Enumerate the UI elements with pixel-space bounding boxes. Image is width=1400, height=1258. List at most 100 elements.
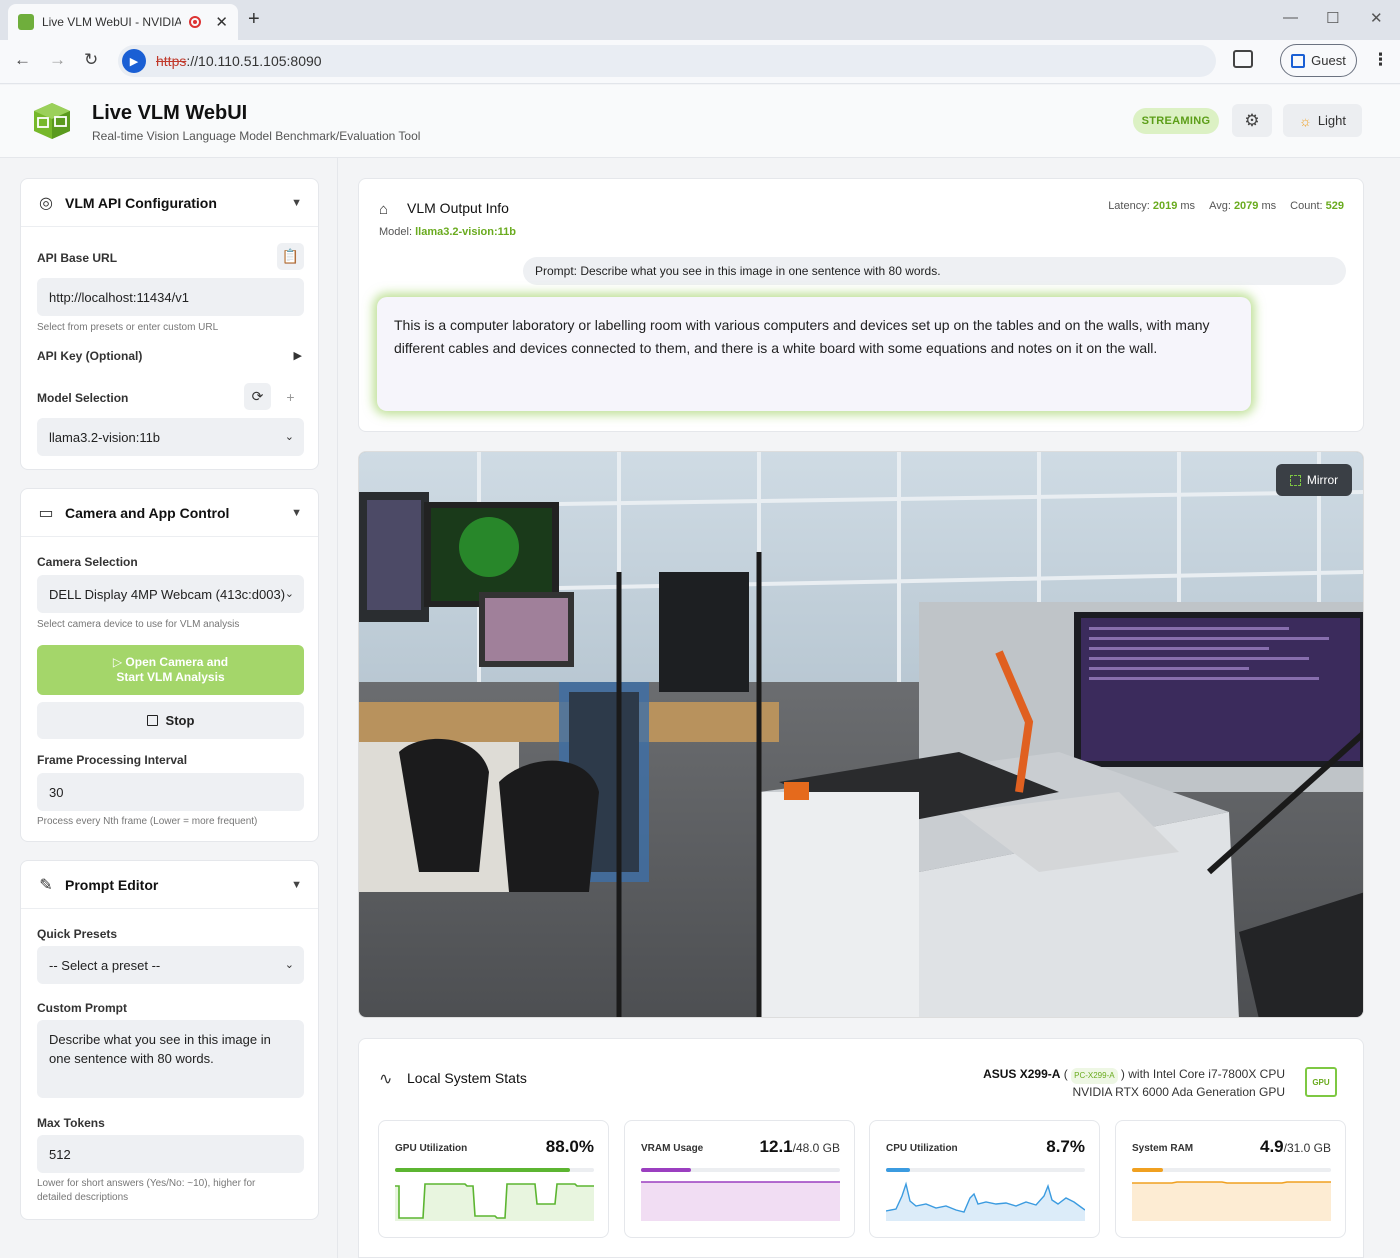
profile-icon <box>1291 53 1306 68</box>
api-base-url-hint: Select from presets or enter custom URL <box>37 322 219 333</box>
avg-latency-value: 2079 <box>1233 200 1259 212</box>
app-logo-icon <box>34 103 70 139</box>
latency-value: 2019 <box>1152 200 1178 212</box>
max-tokens-hint: Lower for short answers (Yes/No: ~10), h… <box>37 1178 256 1203</box>
new-tab-icon[interactable]: + <box>248 8 260 31</box>
max-tokens-label: Max Tokens <box>37 1116 105 1130</box>
mirror-button[interactable]: Mirror <box>1276 464 1352 496</box>
cpu-utilization-card: CPU Utilization 8.7% <box>869 1120 1100 1238</box>
clipboard-button[interactable]: 📋 <box>277 243 304 270</box>
custom-prompt-textarea[interactable]: Describe what you see in this image in o… <box>37 1020 304 1098</box>
system-stats-title: Local System Stats <box>407 1070 527 1086</box>
tab-title: Live VLM WebUI - NVIDIA <box>41 15 182 29</box>
cast-icon[interactable] <box>1233 50 1253 68</box>
collapse-caret-icon[interactable]: ▼ <box>291 507 302 519</box>
vram-usage-card: VRAM Usage 12.1/48.0 GB <box>624 1120 855 1238</box>
system-ram-value: 4.9/31.0 GB <box>1259 1137 1331 1156</box>
sidebar: ◎ VLM API Configuration ▼ API Base URL 📋… <box>0 158 338 1258</box>
gpu-utilization-value: 88.0% <box>545 1137 594 1156</box>
collapse-caret-icon[interactable]: ▼ <box>291 879 302 891</box>
expand-api-key-icon[interactable]: ▶ <box>294 349 302 362</box>
camera-frame-image <box>359 452 1363 1017</box>
stop-button[interactable]: Stop <box>37 702 304 739</box>
recording-icon <box>189 16 202 28</box>
prompt-editor-card: ✎ Prompt Editor ▼ Quick Presets -- Selec… <box>20 860 319 1220</box>
frame-interval-hint: Process every Nth frame (Lower = more fr… <box>37 816 258 827</box>
model-selection-label: Model Selection <box>37 391 129 405</box>
maximize-icon[interactable]: ☐ <box>1326 9 1339 27</box>
api-base-url-input[interactable]: http://localhost:11434/v1 <box>37 278 304 316</box>
theme-toggle-button[interactable]: ☼ Light <box>1283 104 1362 137</box>
refresh-icon: ⟳ <box>251 388 264 404</box>
collapse-caret-icon[interactable]: ▼ <box>291 197 302 209</box>
camera-control-header[interactable]: ▭ Camera and App Control ▼ <box>21 489 318 537</box>
url-text: https://10.110.51.105:8090 <box>156 53 322 69</box>
gear-icon: ⚙ <box>1244 110 1260 130</box>
close-tab-icon[interactable]: ✕ <box>215 13 228 31</box>
chevron-down-icon: ⌄ <box>284 431 294 443</box>
profile-button[interactable]: Guest <box>1280 44 1357 77</box>
custom-prompt-label: Custom Prompt <box>37 1001 127 1015</box>
system-ram-bar <box>1132 1168 1164 1172</box>
reload-icon[interactable]: ↻ <box>84 50 98 70</box>
camera-in-use-icon[interactable]: ▶ <box>122 49 146 73</box>
count-value: 529 <box>1325 200 1344 212</box>
activity-icon: ∿ <box>379 1071 393 1088</box>
chevron-down-icon: ⌄ <box>284 588 294 600</box>
prompt-editor-header[interactable]: ✎ Prompt Editor ▼ <box>21 861 318 909</box>
vram-sparkline <box>641 1181 840 1221</box>
minimize-icon[interactable]: — <box>1283 9 1298 26</box>
ram-sparkline <box>1132 1181 1331 1221</box>
quick-presets-select[interactable]: -- Select a preset -- ⌄ <box>37 946 304 984</box>
back-icon[interactable]: ← <box>14 50 31 70</box>
api-key-label: API Key (Optional) <box>37 349 143 363</box>
browser-menu-icon[interactable]: ⋮ <box>1372 50 1389 70</box>
vram-usage-value: 12.1/48.0 GB <box>759 1137 840 1156</box>
mirror-icon <box>1289 474 1301 486</box>
vlm-response: This is a computer laboratory or labelli… <box>377 297 1251 411</box>
chevron-down-icon: ⌄ <box>284 959 294 971</box>
start-analysis-button[interactable]: ▷ Open Camera and Start VLM Analysis <box>37 645 304 695</box>
clipboard-icon: 📋 <box>281 248 300 264</box>
host-info: ASUS X299-A ( PC-X299-A ) with Intel Cor… <box>983 1067 1285 1099</box>
model-line: Model: llama3.2-vision:11b <box>379 226 516 238</box>
gpu-utilization-bar <box>395 1168 571 1172</box>
browser-tab[interactable]: Live VLM WebUI - NVIDIA ✕ <box>8 4 238 40</box>
gpu-sparkline <box>395 1183 594 1221</box>
plus-icon: + <box>286 388 295 405</box>
sun-icon: ☼ <box>1298 112 1312 129</box>
browser-toolbar: ← → ↻ ▶ https://10.110.51.105:8090 Guest… <box>0 40 1400 84</box>
forward-icon[interactable]: → <box>49 50 66 70</box>
globe-icon: ◎ <box>39 194 53 212</box>
model-select[interactable]: llama3.2-vision:11b ⌄ <box>37 418 304 456</box>
browser-tab-bar: Live VLM WebUI - NVIDIA ✕ + — ☐ ✕ <box>0 0 1400 40</box>
add-model-button[interactable]: + <box>277 383 304 410</box>
system-ram-card: System RAM 4.9/31.0 GB <box>1115 1120 1346 1238</box>
app-header: Live VLM WebUI Real-time Vision Language… <box>0 85 1400 158</box>
settings-button[interactable]: ⚙ <box>1232 104 1272 137</box>
api-config-header[interactable]: ◎ VLM API Configuration ▼ <box>21 179 318 227</box>
cpu-utilization-value: 8.7% <box>1046 1137 1085 1156</box>
camera-feed: Mirror <box>358 451 1364 1018</box>
quick-presets-label: Quick Presets <box>37 927 118 941</box>
refresh-models-button[interactable]: ⟳ <box>244 383 271 410</box>
system-stats-card: ∿ Local System Stats ASUS X299-A ( PC-X2… <box>358 1038 1364 1258</box>
max-tokens-input[interactable]: 512 <box>37 1135 304 1173</box>
address-bar[interactable]: ▶ https://10.110.51.105:8090 <box>118 45 1216 77</box>
video-camera-icon: ▭ <box>38 504 54 522</box>
host-id-badge: PC-X299-A <box>1071 1068 1118 1084</box>
camera-hint: Select camera device to use for VLM anal… <box>37 619 240 630</box>
latency-metrics: Latency: 2019 ms Avg: 2079 ms Count: 529 <box>1108 200 1344 212</box>
vlm-output-card: ⌂ VLM Output Info Model: llama3.2-vision… <box>358 178 1364 432</box>
gpu-utilization-card: GPU Utilization 88.0% <box>378 1120 609 1238</box>
cpu-sparkline <box>886 1181 1085 1221</box>
camera-control-card: ▭ Camera and App Control ▼ Camera Select… <box>20 488 319 842</box>
status-badge: STREAMING <box>1133 108 1219 134</box>
frame-interval-label: Frame Processing Interval <box>37 753 188 767</box>
cpu-utilization-bar <box>886 1168 910 1172</box>
window-close-icon[interactable]: ✕ <box>1370 9 1383 27</box>
camera-select[interactable]: DELL Display 4MP Webcam (413c:d003) ⌄ <box>37 575 304 613</box>
frame-interval-input[interactable]: 30 <box>37 773 304 811</box>
api-base-url-label: API Base URL <box>37 251 118 265</box>
camera-selection-label: Camera Selection <box>37 555 138 569</box>
